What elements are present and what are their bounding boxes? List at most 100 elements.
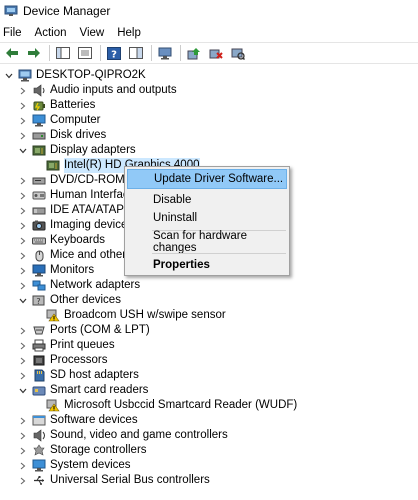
toolbar: ? — [0, 42, 418, 64]
tree-category[interactable]: Mice and other p — [18, 248, 136, 263]
tree-category-expanded[interactable]: Display adapters — [18, 143, 136, 158]
category-label: Universal Serial Bus controllers — [50, 474, 210, 486]
menu-bar: File Action View Help — [0, 23, 418, 42]
usb-icon — [32, 474, 46, 487]
camera-icon — [32, 219, 46, 232]
tree-category[interactable]: Software devices — [18, 413, 138, 428]
chevron-right-icon[interactable] — [18, 236, 28, 246]
menu-file[interactable]: File — [0, 27, 27, 39]
device-label: Microsoft Usbccid Smartcard Reader (WUDF… — [64, 399, 298, 411]
tree-root-label: DESKTOP-QIPRO2K — [36, 69, 146, 81]
chevron-right-icon[interactable] — [18, 476, 28, 486]
tree-category[interactable]: System devices — [18, 458, 131, 473]
tree-category[interactable]: DVD/CD-ROM dr — [18, 173, 138, 188]
chevron-right-icon[interactable] — [18, 461, 28, 471]
forward-arrow-icon[interactable] — [24, 44, 44, 62]
display-adapter-icon — [46, 159, 60, 172]
chevron-right-icon[interactable] — [18, 341, 28, 351]
toolbar-separator — [100, 45, 101, 61]
chevron-right-icon[interactable] — [18, 356, 28, 366]
tree-category[interactable]: Audio inputs and outputs — [18, 83, 177, 98]
chevron-down-icon[interactable] — [4, 71, 14, 81]
computer-icon — [32, 114, 46, 127]
category-label: Network adapters — [50, 279, 141, 291]
uninstall-icon[interactable] — [206, 44, 226, 62]
menu-action[interactable]: Action — [30, 27, 72, 39]
chevron-right-icon[interactable] — [18, 131, 28, 141]
chevron-down-icon[interactable] — [18, 146, 28, 156]
chevron-right-icon[interactable] — [18, 191, 28, 201]
hid-icon — [32, 189, 46, 202]
tree-category[interactable]: Keyboards — [18, 233, 105, 248]
tree-category[interactable]: Storage controllers — [18, 443, 147, 458]
chevron-right-icon[interactable] — [18, 281, 28, 291]
menu-view[interactable]: View — [75, 27, 110, 39]
device-monitor-icon[interactable] — [155, 44, 175, 62]
category-label: Sound, video and game controllers — [50, 429, 228, 441]
tree-category[interactable]: Sound, video and game controllers — [18, 428, 228, 443]
menu-separator — [152, 253, 286, 254]
tree-category[interactable]: Batteries — [18, 98, 95, 113]
chevron-right-icon[interactable] — [18, 206, 28, 216]
printer-icon — [32, 339, 46, 352]
tree-category-expanded[interactable]: Smart card readers — [18, 383, 148, 398]
show-hide-console-tree-icon[interactable] — [53, 44, 73, 62]
tree-category[interactable]: Imaging devices — [18, 218, 133, 233]
chevron-right-icon[interactable] — [18, 221, 28, 231]
tree-category[interactable]: Disk drives — [18, 128, 106, 143]
chevron-right-icon[interactable] — [18, 86, 28, 96]
tree-category[interactable]: Processors — [18, 353, 108, 368]
back-arrow-icon[interactable] — [2, 44, 22, 62]
ide-icon — [32, 204, 46, 217]
tree-category[interactable]: Human Interface — [18, 188, 135, 203]
update-driver-menu-item[interactable]: Update Driver Software... — [127, 169, 287, 189]
mouse-icon — [32, 249, 46, 262]
chevron-right-icon[interactable] — [18, 266, 28, 276]
chevron-right-icon[interactable] — [18, 371, 28, 381]
properties-menu-item[interactable]: Properties — [127, 255, 287, 275]
tree-category[interactable]: Monitors — [18, 263, 94, 278]
chevron-right-icon[interactable] — [18, 176, 28, 186]
menu-help[interactable]: Help — [112, 27, 146, 39]
chevron-right-icon[interactable] — [18, 251, 28, 261]
category-label: Monitors — [50, 264, 95, 276]
scan-hardware-icon[interactable] — [228, 44, 248, 62]
tree-category[interactable]: Computer — [18, 113, 101, 128]
category-label: Human Interface — [50, 189, 136, 201]
tree-category[interactable]: Print queues — [18, 338, 115, 353]
category-label: Audio inputs and outputs — [50, 84, 177, 96]
uninstall-menu-item[interactable]: Uninstall — [127, 208, 287, 228]
chevron-right-icon[interactable] — [18, 116, 28, 126]
tree-category[interactable]: Ports (COM & LPT) — [18, 323, 150, 338]
category-label: System devices — [50, 459, 131, 471]
category-label: Imaging devices — [50, 219, 134, 231]
warning-device-icon — [46, 309, 60, 322]
chevron-down-icon[interactable] — [18, 296, 28, 306]
display-adapter-icon — [32, 144, 46, 157]
tree-root[interactable]: DESKTOP-QIPRO2K — [4, 68, 146, 83]
storage-icon — [32, 444, 46, 457]
warning-device-icon — [46, 399, 60, 412]
chevron-right-icon[interactable] — [18, 326, 28, 336]
disable-menu-item[interactable]: Disable — [127, 190, 287, 210]
tree-device[interactable]: Microsoft Usbccid Smartcard Reader (WUDF… — [46, 398, 297, 413]
category-label: Disk drives — [50, 129, 107, 141]
help-icon[interactable]: ? — [104, 44, 124, 62]
scan-hardware-menu-item[interactable]: Scan for hardware changes — [127, 230, 287, 254]
tree-device[interactable]: Broadcom USH w/swipe sensor — [46, 308, 226, 323]
chevron-right-icon[interactable] — [18, 416, 28, 426]
tree-category[interactable]: SD host adapters — [18, 368, 139, 383]
properties-icon[interactable] — [75, 44, 95, 62]
chevron-right-icon[interactable] — [18, 446, 28, 456]
tree-category[interactable]: Universal Serial Bus controllers — [18, 473, 210, 488]
tree-category-expanded[interactable]: ? Other devices — [18, 293, 121, 308]
sound-icon — [32, 429, 46, 442]
chevron-down-icon[interactable] — [18, 386, 28, 396]
chevron-right-icon[interactable] — [18, 431, 28, 441]
action-pane-icon[interactable] — [126, 44, 146, 62]
chevron-right-icon[interactable] — [18, 101, 28, 111]
update-driver-icon[interactable] — [184, 44, 204, 62]
toolbar-separator — [151, 45, 152, 61]
tree-category[interactable]: Network adapters — [18, 278, 140, 293]
software-icon — [32, 414, 46, 427]
